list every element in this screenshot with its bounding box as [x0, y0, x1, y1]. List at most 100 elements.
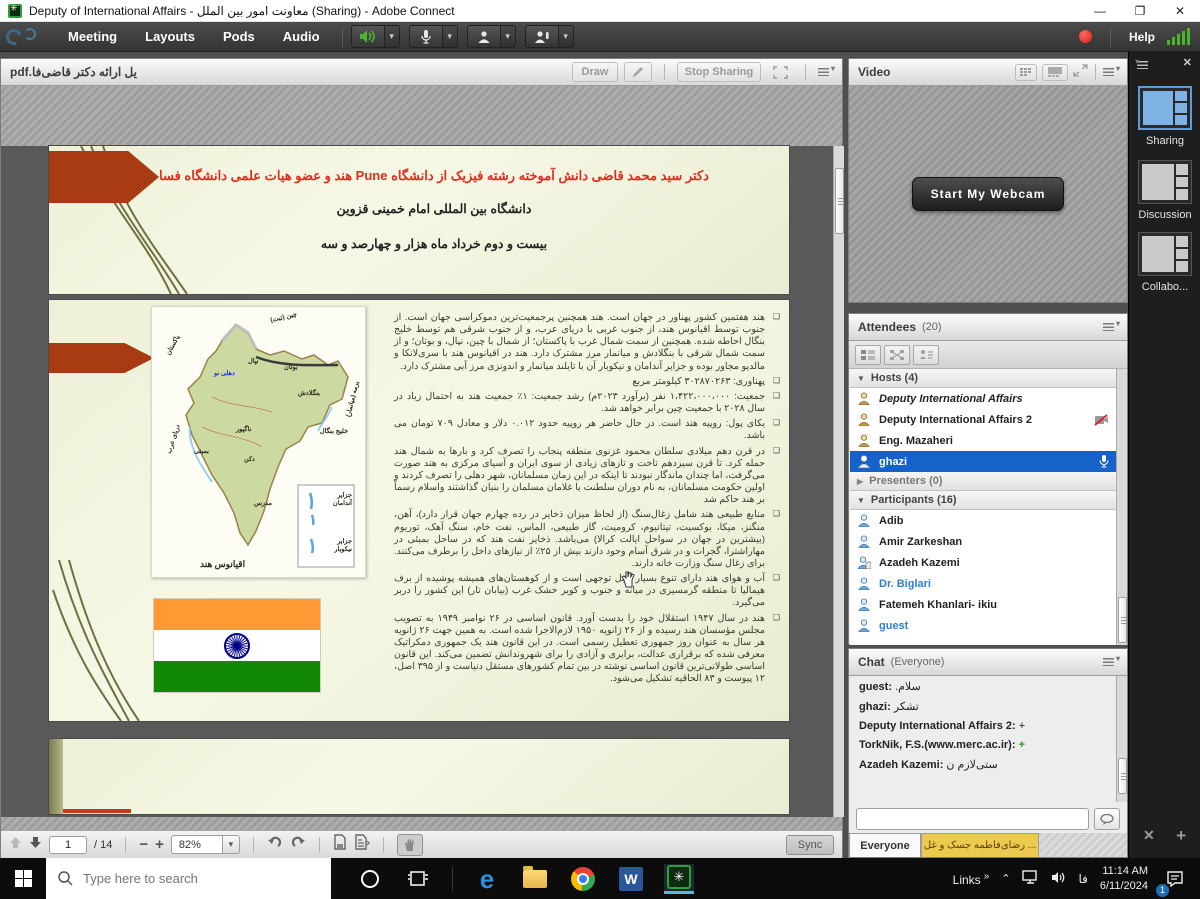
- volume-icon[interactable]: [1051, 871, 1066, 887]
- menu-audio[interactable]: Audio: [269, 22, 334, 52]
- attendee-row[interactable]: Azadeh Kazemi: [850, 552, 1116, 573]
- tray-expand-icon[interactable]: ⌃: [1001, 872, 1010, 885]
- page-up-icon[interactable]: [9, 836, 22, 854]
- help-menu[interactable]: Help: [1119, 30, 1165, 44]
- search-input[interactable]: [83, 871, 293, 886]
- presenters-section-header[interactable]: ▶Presenters (0): [850, 472, 1116, 491]
- mic-dropdown[interactable]: [443, 25, 458, 48]
- speaker-button-group[interactable]: [351, 25, 400, 48]
- status-button-group[interactable]: [525, 25, 574, 48]
- webcam-button-group[interactable]: [467, 25, 516, 48]
- menu-layouts[interactable]: Layouts: [131, 22, 209, 52]
- delete-layout-icon[interactable]: ✕: [1143, 827, 1155, 844]
- network-icon[interactable]: [1022, 870, 1039, 887]
- cortana-icon[interactable]: [355, 864, 385, 894]
- breakout-view-icon[interactable]: [884, 345, 910, 365]
- language-indicator[interactable]: فا: [1078, 872, 1087, 886]
- edge-icon[interactable]: e: [472, 864, 502, 894]
- share-scrollbar-thumb[interactable]: [835, 168, 844, 234]
- video-fullscreen-icon[interactable]: [1073, 64, 1088, 80]
- attendees-scrollbar[interactable]: [1116, 369, 1127, 645]
- share-scrollbar[interactable]: [833, 146, 844, 817]
- attendees-scrollbar-thumb[interactable]: [1118, 597, 1127, 643]
- fit-page-icon[interactable]: [333, 834, 347, 855]
- attendee-row[interactable]: Dr. Biglari: [850, 573, 1116, 594]
- video-stage: Start My Webcam: [849, 86, 1127, 302]
- layout-thumb-collaboration[interactable]: [1138, 232, 1192, 276]
- start-webcam-button[interactable]: Start My Webcam: [912, 177, 1065, 211]
- speaker-icon[interactable]: [351, 25, 385, 48]
- fit-width-icon[interactable]: [354, 834, 370, 855]
- send-message-icon[interactable]: [1094, 808, 1120, 830]
- word-icon[interactable]: W: [616, 864, 646, 894]
- video-pod-options-icon[interactable]: [1103, 67, 1118, 77]
- adobe-connect-logo: [6, 27, 40, 47]
- webcam-person-icon[interactable]: [467, 25, 501, 48]
- layout-thumb-discussion[interactable]: [1138, 160, 1192, 204]
- fullscreen-icon[interactable]: [767, 62, 793, 82]
- attendee-list-view-icon[interactable]: [855, 345, 881, 365]
- chat-input[interactable]: [856, 808, 1089, 830]
- menu-meeting[interactable]: Meeting: [54, 22, 131, 52]
- zoom-in-icon[interactable]: +: [155, 836, 164, 853]
- attendees-pod-options-icon[interactable]: [1103, 322, 1118, 332]
- attendee-row[interactable]: Eng. Mazaheri: [850, 430, 1116, 451]
- menu-pods[interactable]: Pods: [209, 22, 269, 52]
- status-dropdown[interactable]: [559, 25, 574, 48]
- chrome-icon[interactable]: [568, 864, 598, 894]
- mic-icon[interactable]: [409, 25, 443, 48]
- page-number-input[interactable]: [49, 836, 87, 854]
- layout-thumb-sharing[interactable]: [1138, 86, 1192, 130]
- attendee-row[interactable]: Deputy International Affairs 2: [850, 409, 1116, 430]
- links-toolbar[interactable]: Links»: [953, 871, 990, 887]
- pan-hand-tool[interactable]: [397, 834, 423, 856]
- participants-section-header[interactable]: ▼Participants (16): [850, 491, 1116, 510]
- hosts-section-header[interactable]: ▼Hosts (4): [850, 369, 1116, 388]
- pointer-pen-icon[interactable]: [624, 62, 652, 82]
- attendee-row[interactable]: guest: [850, 615, 1116, 636]
- maximize-button[interactable]: ❐: [1120, 0, 1160, 22]
- add-layout-icon[interactable]: +: [1176, 826, 1186, 846]
- attendee-row[interactable]: Fatemeh Khanlari- ikiu: [850, 594, 1116, 615]
- speaker-dropdown[interactable]: [385, 25, 400, 48]
- chat-message: Deputy International Affairs 2: +: [850, 716, 1116, 735]
- attendee-row[interactable]: Amir Zarkeshan: [850, 531, 1116, 552]
- attendee-row[interactable]: Deputy International Affairs: [850, 388, 1116, 409]
- page-down-icon[interactable]: [29, 836, 42, 854]
- rotate-left-icon[interactable]: [267, 835, 283, 854]
- taskbar-search[interactable]: [46, 858, 331, 899]
- mic-button-group[interactable]: [409, 25, 458, 48]
- chat-tab-everyone[interactable]: Everyone: [849, 833, 921, 857]
- close-button[interactable]: ✕: [1160, 0, 1200, 22]
- adobe-connect-taskbar-icon[interactable]: ✳: [664, 864, 694, 894]
- action-center-icon[interactable]: 1: [1160, 864, 1190, 894]
- webcam-dropdown[interactable]: [501, 25, 516, 48]
- chat-tab-private[interactable]: ... رضای‌فاطمه جسک و غل: [921, 833, 1039, 857]
- task-view-icon[interactable]: [403, 864, 433, 894]
- draw-button[interactable]: Draw: [572, 62, 618, 82]
- filmstrip-view-icon[interactable]: [1042, 64, 1068, 81]
- attendee-row-selected[interactable]: ghazi: [850, 451, 1116, 472]
- pod-options-icon[interactable]: [818, 67, 833, 77]
- attendee-row[interactable]: Adib: [850, 510, 1116, 531]
- map-label: اقیانوس هند: [200, 559, 245, 570]
- start-button[interactable]: [0, 858, 46, 899]
- stop-sharing-button[interactable]: Stop Sharing: [677, 62, 761, 82]
- chat-scrollbar-thumb[interactable]: [1118, 758, 1127, 794]
- layout-bar-close-icon[interactable]: ✕: [1183, 56, 1192, 69]
- rotate-right-icon[interactable]: [290, 835, 306, 854]
- chat-scrollbar[interactable]: [1116, 676, 1127, 802]
- document-canvas[interactable]: دکتر سید محمد قاضی دانش آموخته رشته فیزی…: [1, 146, 842, 817]
- minimize-button[interactable]: —: [1080, 0, 1120, 22]
- raise-hand-person-icon[interactable]: [525, 25, 559, 48]
- connection-signal-icon[interactable]: [1167, 28, 1190, 45]
- attendee-status-view-icon[interactable]: [913, 345, 939, 365]
- file-explorer-icon[interactable]: [520, 864, 550, 894]
- grid-view-icon[interactable]: [1015, 64, 1037, 81]
- zoom-select[interactable]: 82%: [171, 835, 240, 854]
- zoom-dropdown-icon[interactable]: [223, 835, 240, 854]
- taskbar-clock[interactable]: 11:14 AM 6/11/2024: [1100, 864, 1148, 893]
- zoom-out-icon[interactable]: −: [139, 836, 148, 853]
- sync-button[interactable]: Sync: [786, 835, 834, 855]
- chat-pod-options-icon[interactable]: [1103, 657, 1118, 667]
